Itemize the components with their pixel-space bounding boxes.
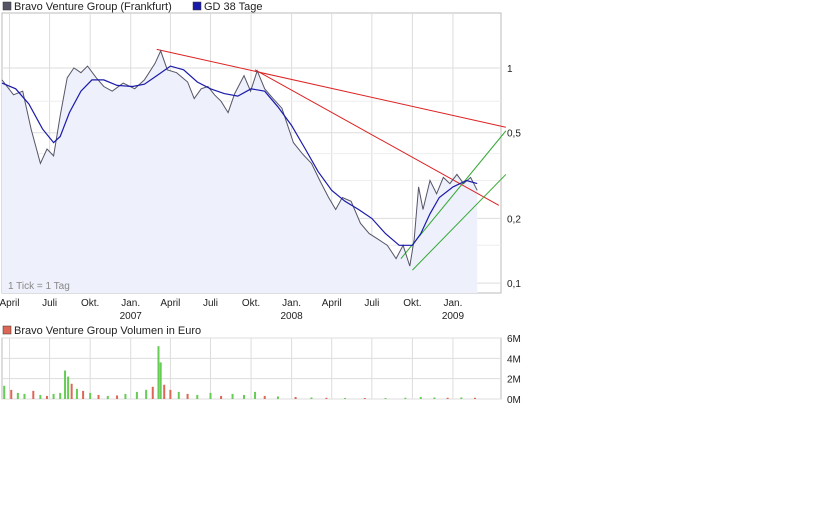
volume-bar <box>263 395 266 399</box>
volume-bar <box>384 398 387 399</box>
volume-y-tick-label: 0M <box>507 395 521 406</box>
volume-bar <box>243 394 246 399</box>
x-tick-label: Okt. <box>81 298 99 309</box>
volume-bar <box>157 346 160 399</box>
volume-bar <box>196 394 199 399</box>
volume-bar <box>419 396 422 399</box>
volume-bar <box>363 397 366 399</box>
volume-legend-label: Bravo Venture Group Volumen in Euro <box>14 325 201 337</box>
volume-bar <box>404 397 407 399</box>
volume-bar <box>343 397 346 399</box>
x-axis: April Juli Okt. Jan. April Juli Okt. Jan. April J… <box>0 298 465 322</box>
volume-bar <box>10 389 13 399</box>
volume-bar <box>89 392 92 399</box>
volume-y-tick-label: 6M <box>507 334 521 345</box>
volume-bar <box>446 397 449 399</box>
volume-bar <box>209 392 212 399</box>
x-tick-label: Jan. <box>121 298 140 309</box>
volume-bar <box>124 393 127 399</box>
volume-bar <box>32 390 35 399</box>
volume-bar <box>45 395 48 399</box>
volume-bar <box>97 394 100 399</box>
volume-bar <box>325 397 328 399</box>
price-y-tick-label: 1 <box>507 64 513 75</box>
volume-bar <box>276 396 279 399</box>
volume-bar <box>145 389 148 399</box>
x-tick-label: Juli <box>364 298 379 309</box>
volume-bar <box>135 391 138 399</box>
x-tick-label: April <box>0 298 20 309</box>
x-year-label: 2008 <box>280 311 303 322</box>
volume-bar <box>16 392 19 399</box>
volume-bar <box>82 390 85 399</box>
volume-bar <box>70 383 73 399</box>
volume-bar <box>231 393 234 399</box>
volume-bar <box>220 395 223 399</box>
price-legend-swatch <box>2 1 12 11</box>
volume-bar <box>310 397 313 399</box>
x-tick-label: Juli <box>203 298 218 309</box>
volume-bar <box>106 395 109 399</box>
ma-legend-swatch <box>192 1 202 11</box>
volume-bar <box>159 362 162 399</box>
x-tick-label: Jan. <box>443 298 462 309</box>
ma-legend-label: GD 38 Tage <box>204 1 263 13</box>
x-year-label: 2007 <box>120 311 143 322</box>
price-legend-label: Bravo Venture Group (Frankfurt) <box>14 1 172 13</box>
x-tick-label: April <box>160 298 180 309</box>
volume-bar <box>67 376 70 399</box>
volume-bar <box>64 370 67 399</box>
x-tick-label: Okt. <box>242 298 260 309</box>
volume-bar <box>473 397 476 399</box>
volume-bar <box>177 391 180 399</box>
volume-y-tick-label: 2M <box>507 375 521 386</box>
volume-bar <box>39 394 42 399</box>
volume-bar <box>169 389 172 399</box>
tick-note: 1 Tick = 1 Tag <box>8 281 70 292</box>
volume-bar <box>186 393 189 399</box>
volume-bar <box>460 397 463 399</box>
volume-legend-swatch <box>2 325 12 335</box>
price-y-tick-label: 0,2 <box>507 214 521 225</box>
volume-bar <box>116 395 119 399</box>
x-year-label: 2009 <box>442 311 465 322</box>
volume-bar <box>23 393 26 399</box>
price-y-tick-label: 0,1 <box>507 279 521 290</box>
price-y-axis: 1 0,5 0,2 0,1 <box>507 64 521 290</box>
volume-y-tick-label: 4M <box>507 354 521 365</box>
volume-y-axis: 6M 4M 2M 0M <box>507 334 521 406</box>
stock-chart: 1 0,5 0,2 0,1 April Juli Okt. Jan. April Juli Okt… <box>0 1 521 406</box>
volume-bar <box>294 396 297 399</box>
volume-bar <box>52 393 55 399</box>
volume-bar <box>75 388 78 399</box>
x-tick-label: Juli <box>42 298 57 309</box>
volume-bar <box>433 397 436 399</box>
volume-bar <box>254 391 257 399</box>
volume-bar <box>59 392 62 399</box>
volume-bar <box>3 385 6 399</box>
x-tick-label: Jan. <box>282 298 301 309</box>
x-tick-label: Okt. <box>403 298 421 309</box>
volume-bar <box>151 386 154 399</box>
x-tick-label: April <box>322 298 342 309</box>
volume-bar <box>163 384 166 399</box>
price-y-tick-label: 0,5 <box>507 129 521 140</box>
